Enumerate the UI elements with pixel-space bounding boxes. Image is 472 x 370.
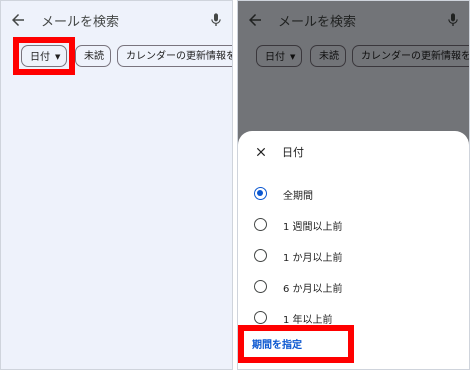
search-input[interactable]: メールを検索: [41, 11, 119, 30]
highlight-box-custom-range: [238, 325, 354, 363]
highlight-box-date-chip: [13, 37, 75, 75]
option-label: 6 か月以上前: [283, 284, 343, 295]
left-screen: メールを検索 日付▼ 未読 カレンダーの更新情報を除外: [0, 0, 233, 370]
radio-icon[interactable]: [254, 218, 267, 231]
back-arrow-icon[interactable]: [9, 11, 27, 29]
option-label: 1 か月以上前: [283, 253, 343, 264]
unread-chip-label: 未読: [84, 51, 104, 62]
radio-icon[interactable]: [254, 280, 267, 293]
option-older-than-1-week[interactable]: 1 週間以上前: [238, 216, 469, 238]
unread-filter-chip[interactable]: 未読: [75, 45, 111, 67]
exclude-calendar-chip[interactable]: カレンダーの更新情報を除外: [117, 45, 232, 67]
mic-icon[interactable]: [208, 10, 224, 30]
search-bar[interactable]: メールを検索: [1, 1, 232, 41]
radio-icon[interactable]: [254, 311, 267, 324]
option-all-time[interactable]: 全期間: [238, 185, 469, 207]
option-label: 1 年以上前: [283, 315, 333, 326]
exclude-calendar-chip-label: カレンダーの更新情報を除外: [126, 51, 232, 62]
sheet-title: 日付: [282, 146, 304, 159]
close-icon[interactable]: [254, 145, 268, 159]
option-label: 1 週間以上前: [283, 222, 343, 233]
radio-selected-icon[interactable]: [254, 187, 267, 200]
radio-icon[interactable]: [254, 249, 267, 262]
option-older-than-1-month[interactable]: 1 か月以上前: [238, 247, 469, 269]
option-label: 全期間: [283, 191, 313, 202]
right-screen: メールを検索 日付▼ 未読 カレンダーの更新情報を除外 日付 全期間 1 週間以…: [237, 0, 470, 370]
option-older-than-6-months[interactable]: 6 か月以上前: [238, 278, 469, 300]
